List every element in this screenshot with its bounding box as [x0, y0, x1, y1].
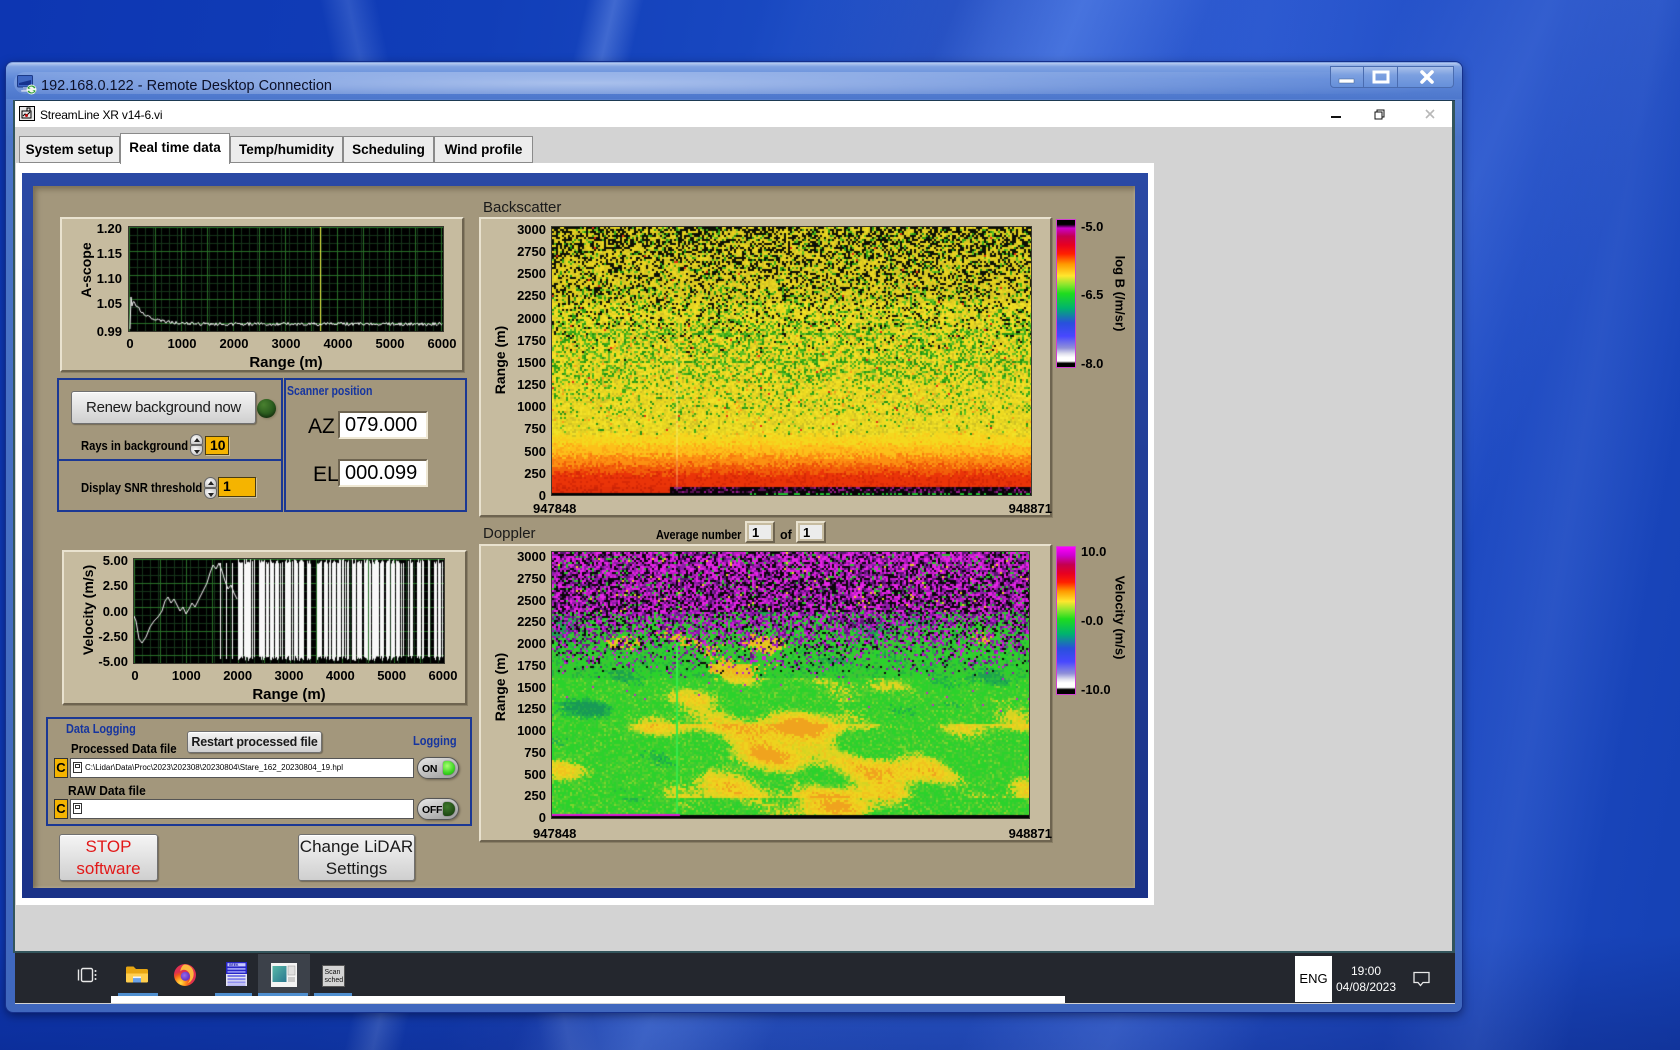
svg-text:GEEK: GEEK: [229, 963, 239, 967]
svg-text:Scan: Scan: [325, 969, 341, 976]
svg-text:sched: sched: [325, 977, 344, 984]
